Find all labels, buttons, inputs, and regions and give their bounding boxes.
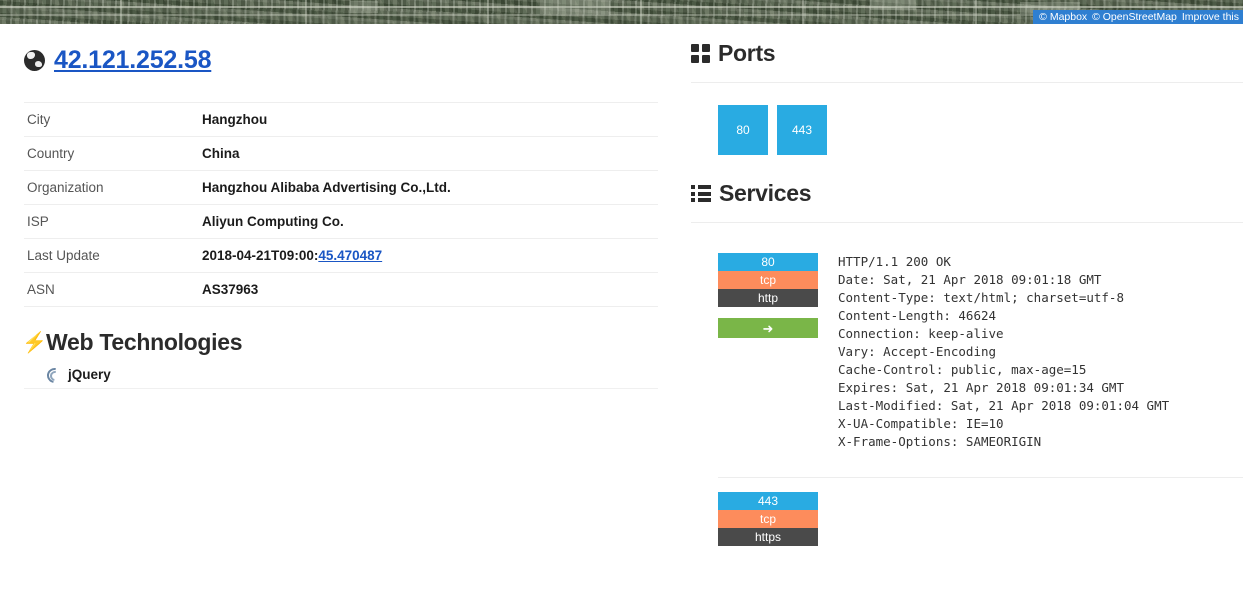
list-item[interactable]: jQuery [24,362,658,389]
ports-divider [691,82,1243,83]
services-header: Services [691,180,1243,207]
host-ip-link[interactable]: 42.121.252.58 [54,46,211,75]
table-row: Country China [24,137,658,171]
attribution-mapbox[interactable]: © Mapbox [1039,11,1087,23]
jquery-icon [46,367,61,382]
ports-title: Ports [718,40,776,66]
service-name-badge: http [718,289,818,307]
detail-value: AS37963 [202,282,259,297]
service-port-badge[interactable]: 443 [718,492,818,510]
port-badge-443[interactable]: 443 [777,105,827,155]
detail-value: Aliyun Computing Co. [202,214,344,229]
service-protocol-badge: tcp [718,510,818,528]
bolt-icon [22,330,47,355]
service-item-443: 443 tcp https [718,477,1243,546]
map-attribution[interactable]: © Mapbox © OpenStreetMap Improve this [1033,10,1243,24]
detail-value: China [202,146,240,161]
detail-key: Country [27,146,75,161]
service-badges: 443 tcp https [718,492,818,546]
attribution-osm[interactable]: © OpenStreetMap [1092,11,1177,23]
table-row: ASN AS37963 [24,273,658,307]
web-technologies-header: Web Technologies [22,329,658,356]
tech-label: jQuery [68,367,111,382]
service-protocol-badge: tcp [718,271,818,289]
service-badges: 80 tcp http ➜ [718,253,818,451]
host-detail-page: © Mapbox © OpenStreetMap Improve this 42… [0,0,1243,604]
service-item-80: 80 tcp http ➜ HTTP/1.1 200 OK Date: Sat,… [691,241,1243,451]
ports-list: 80 443 [691,105,1243,155]
web-technologies-title: Web Technologies [46,329,243,355]
web-technologies-list: jQuery [24,362,658,389]
table-row: City Hangzhou [24,103,658,137]
detail-value: Hangzhou Alibaba Advertising Co.,Ltd. [202,180,451,195]
service-port-badge[interactable]: 80 [718,253,818,271]
port-badge-80[interactable]: 80 [718,105,768,155]
detail-value: Hangzhou [202,112,268,127]
map-strip[interactable]: © Mapbox © OpenStreetMap Improve this [0,0,1243,24]
last-update-text: 2018-04-21T09:00: [202,248,319,263]
list-icon [691,185,711,202]
table-row: Organization Hangzhou Alibaba Advertisin… [24,171,658,205]
detail-key: Last Update [27,248,100,263]
service-open-button[interactable]: ➜ [718,318,818,338]
right-column: Ports 80 443 Services 80 tcp http ➜ HTTP… [691,40,1243,546]
detail-key: ASN [27,282,55,297]
attribution-improve[interactable]: Improve this [1182,11,1239,23]
table-row: Last Update 2018-04-21T09:00:45.470487 [24,239,658,273]
detail-key: City [27,112,51,127]
detail-key: Organization [27,180,104,195]
left-column: 42.121.252.58 City Hangzhou Country Chin… [22,40,658,389]
grid-icon [691,44,710,63]
detail-key: ISP [27,214,49,229]
table-row: ISP Aliyun Computing Co. [24,205,658,239]
host-details-table: City Hangzhou Country China Organization… [24,103,658,307]
ports-header: Ports [691,40,1243,67]
services-list: 80 tcp http ➜ HTTP/1.1 200 OK Date: Sat,… [691,241,1243,546]
arrow-right-icon: ➜ [762,320,774,336]
service-banner: HTTP/1.1 200 OK Date: Sat, 21 Apr 2018 0… [838,254,1170,449]
host-header: 42.121.252.58 [24,40,658,80]
service-name-badge: https [718,528,818,546]
services-title: Services [719,180,812,206]
globe-icon [24,49,45,71]
detail-value-last-update: 2018-04-21T09:00:45.470487 [202,239,658,273]
last-update-link[interactable]: 45.470487 [318,248,382,263]
services-divider [691,222,1243,223]
